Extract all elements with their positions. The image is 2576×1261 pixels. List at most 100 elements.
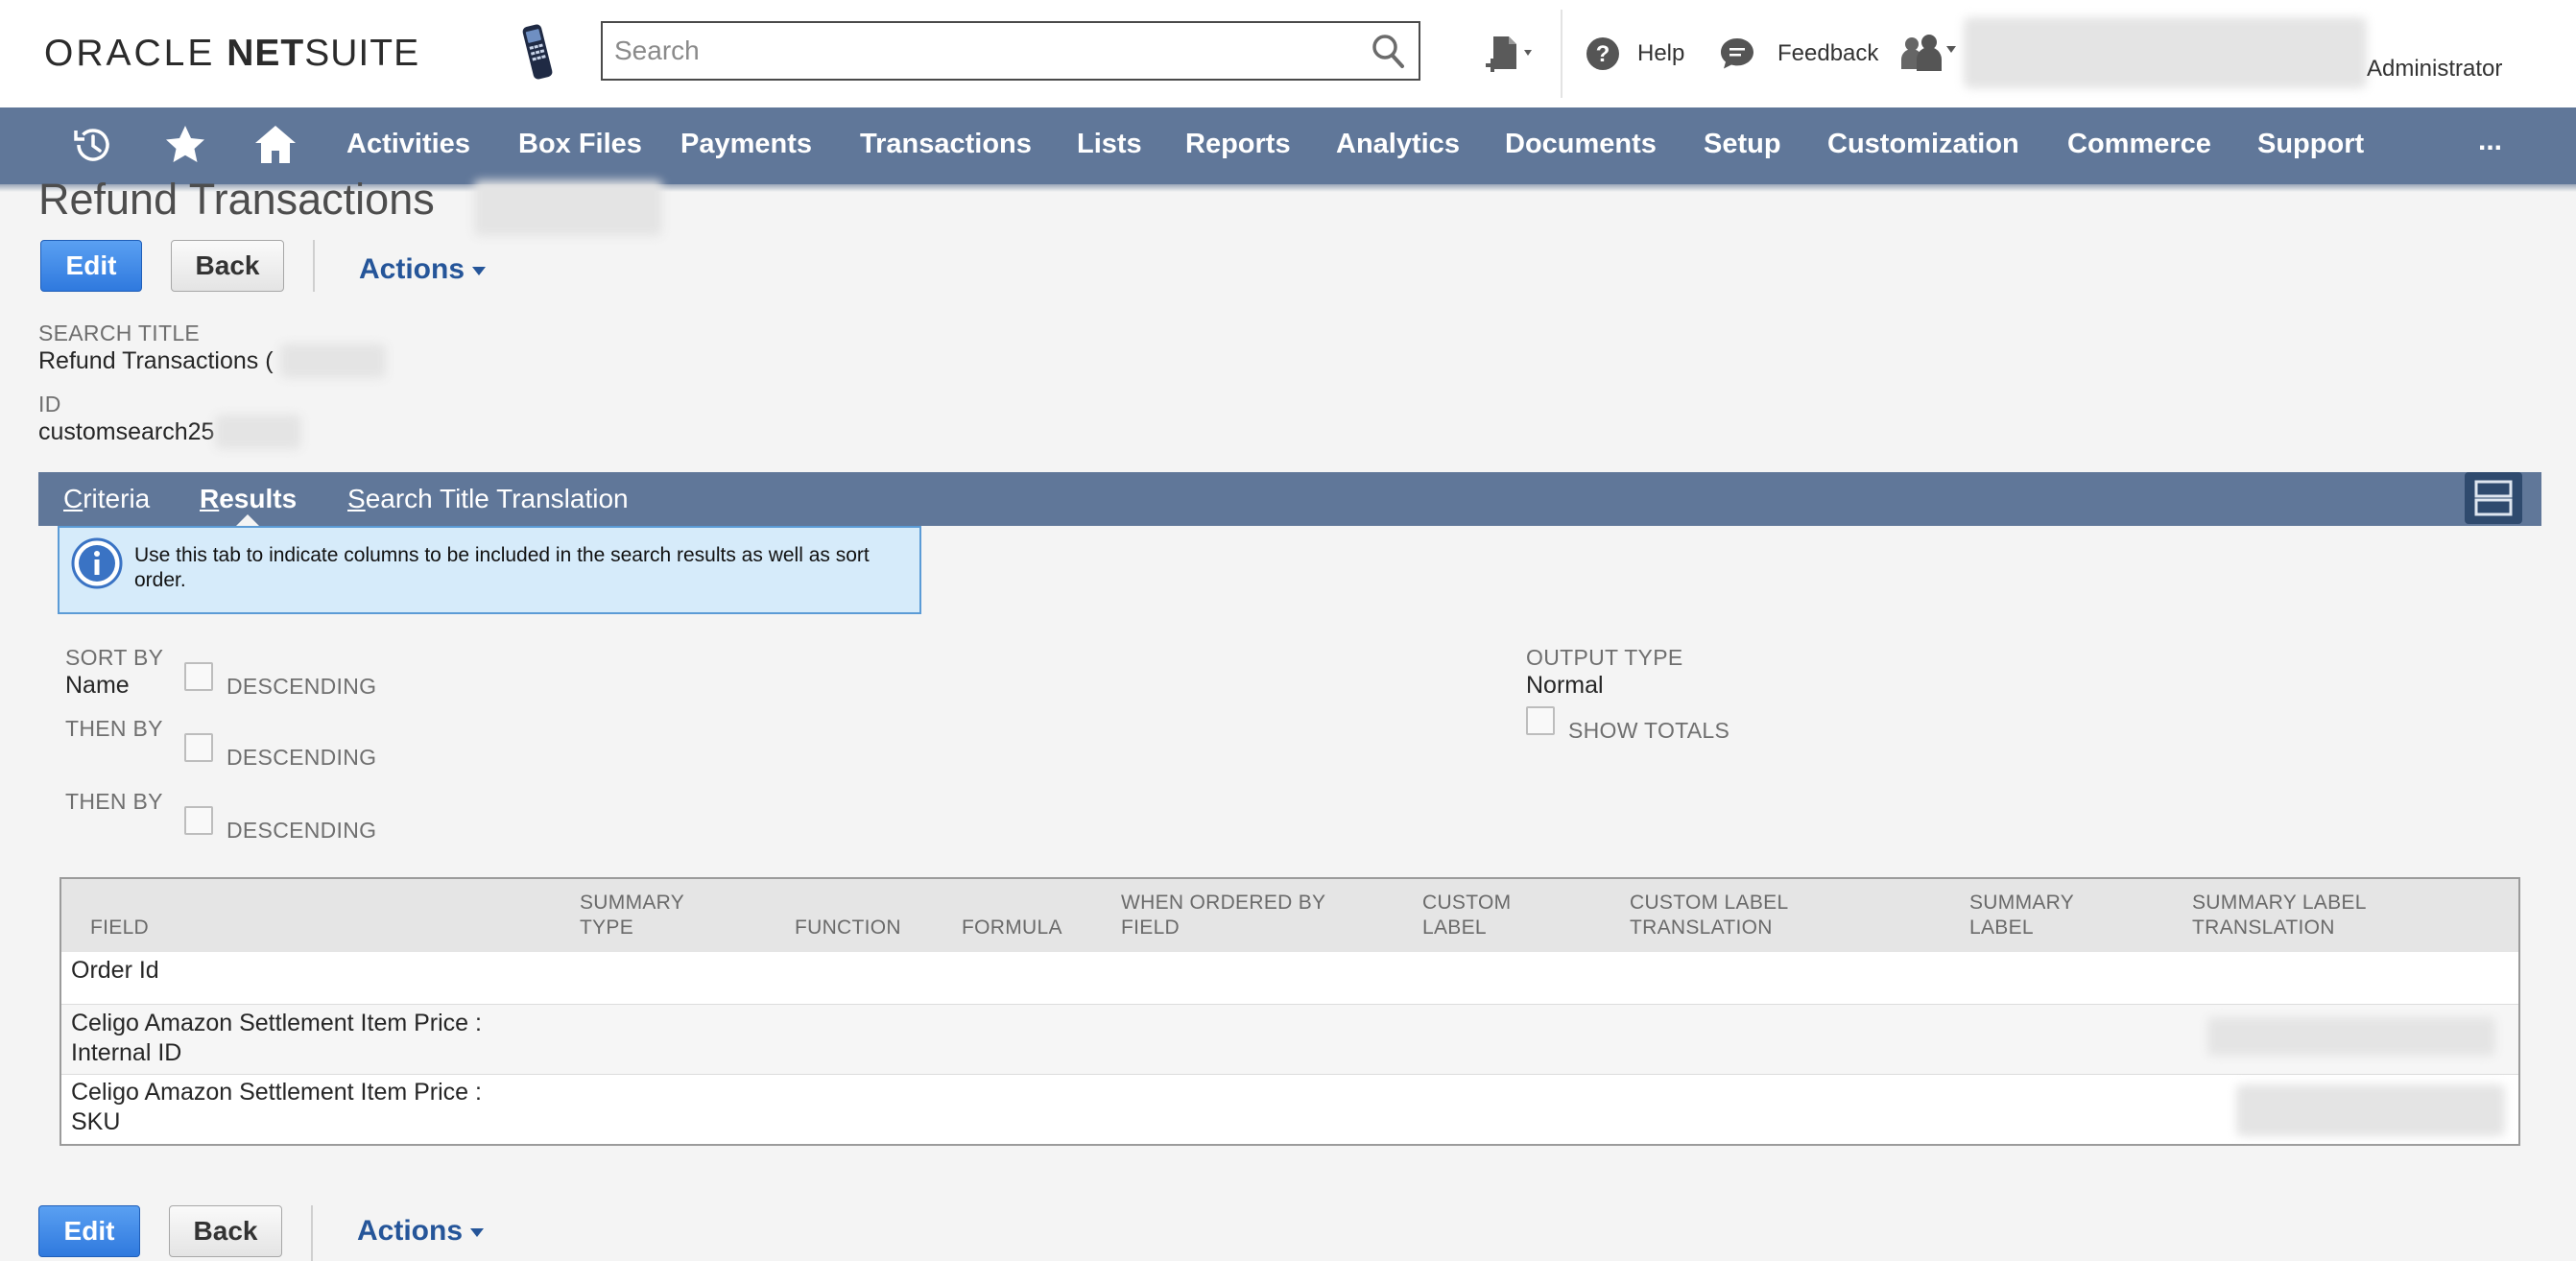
id-value: customsearch25 [38,418,215,445]
button-separator-bottom [311,1205,313,1261]
tab-results-label: esults [219,484,298,513]
sort-by-label: SORT BY [65,645,164,670]
back-button-top[interactable]: Back [171,240,284,292]
recent-records-icon[interactable] [71,123,115,167]
table-row[interactable] [61,952,2518,1005]
when-ordered-line2: FIELD [1121,916,1181,939]
id-label: ID [38,392,61,416]
netsuite-logo[interactable]: ORACLE NETSUITE [44,33,419,75]
when-ordered-line1: WHEN ORDERED BY [1121,892,1326,914]
nav-lists[interactable]: Lists [1077,129,1142,160]
role-label[interactable]: Administrator [2367,56,2502,83]
nav-customization[interactable]: Customization [1827,129,2019,160]
phone-icon[interactable] [516,21,559,83]
output-type-value[interactable]: Normal [1526,672,1604,700]
tab-search-title-translation[interactable]: Search Title Translation [347,484,629,514]
global-search-input[interactable] [603,23,1374,79]
nav-analytics[interactable]: Analytics [1336,129,1460,160]
custom-label-translation-line1: CUSTOM LABEL [1630,892,1789,914]
nav-commerce[interactable]: Commerce [2067,129,2211,160]
descending-label-2: DESCENDING [227,745,377,770]
nav-support[interactable]: Support [2257,129,2364,160]
id-redacted [215,415,301,449]
function-text: FUNCTION [795,916,901,939]
summary-label-line2: LABEL [1969,916,2034,939]
home-icon[interactable] [253,123,298,167]
descending-label-3: DESCENDING [227,818,377,843]
nav-activities[interactable]: Activities [346,129,470,160]
search-title-value: Refund Transactions ( [38,347,274,374]
svg-text:?: ? [1596,41,1610,67]
feedback-icon[interactable] [1720,36,1754,71]
actions-label: Actions [357,1215,464,1247]
layout-toggle-icon [2474,480,2513,516]
column-header-when-ordered-by-field: WHEN ORDERED BY FIELD [1121,891,1325,940]
search-title-redacted [280,344,386,378]
row-field-cell[interactable]: Order Id [71,956,159,986]
nav-documents[interactable]: Documents [1505,129,1657,160]
back-button-bottom[interactable]: Back [169,1205,282,1257]
row-field-text-line2: Internal ID [71,1039,182,1066]
roles-icon[interactable] [1900,33,1962,75]
descending-checkbox-1[interactable] [184,662,213,691]
actions-menu-bottom[interactable]: Actions [357,1215,485,1248]
nav-reports[interactable]: Reports [1185,129,1291,160]
custom-label-translation-line2: TRANSLATION [1630,916,1773,939]
account-name-redacted[interactable] [1964,17,2367,88]
tab-criteria-label: riteria [83,484,151,513]
tab-results-accesskey: R [200,484,220,513]
show-totals-checkbox[interactable] [1526,706,1555,735]
actions-menu-top[interactable]: Actions [359,253,487,286]
nav-payments[interactable]: Payments [680,129,812,160]
tab-criteria-accesskey: C [63,484,83,513]
nav-box-files[interactable]: Box Files [518,129,642,160]
recent-doc-icon[interactable] [1484,35,1539,77]
feedback-link[interactable]: Feedback [1777,40,1878,67]
output-type-label: OUTPUT TYPE [1526,645,1683,670]
help-link[interactable]: Help [1637,40,1684,67]
help-icon[interactable]: ? [1586,36,1620,71]
chevron-down-icon [470,1227,485,1237]
show-totals-label: SHOW TOTALS [1568,718,1730,743]
column-header-summary-type: SUMMARY TYPE [580,891,684,940]
row-field-cell[interactable]: Celigo Amazon Settlement Item Price : Int… [71,1009,482,1068]
logo-net-text: NET [227,33,305,74]
descending-checkbox-3[interactable] [184,806,213,835]
star-icon[interactable] [163,123,207,167]
summary-label-translation-line2: TRANSLATION [2192,916,2335,939]
tab-translation-accesskey: S [347,484,366,513]
column-header-function: FUNCTION [795,916,901,940]
nav-setup[interactable]: Setup [1704,129,1781,160]
row-redacted-value [2207,1017,2495,1056]
row-field-text-line1: Celigo Amazon Settlement Item Price : [71,1010,482,1036]
global-search-box[interactable] [601,21,1420,81]
custom-label-line2: LABEL [1422,916,1487,939]
nav-transactions[interactable]: Transactions [860,129,1032,160]
tab-results[interactable]: Results [200,484,297,514]
search-title-label: SEARCH TITLE [38,321,201,345]
then-by-label-2: THEN BY [65,789,163,814]
edit-button-top[interactable]: Edit [40,240,142,292]
row-field-cell[interactable]: Celigo Amazon Settlement Item Price : SKU [71,1078,482,1137]
edit-button-bottom[interactable]: Edit [38,1205,140,1257]
custom-label-line1: CUSTOM [1422,892,1512,914]
descending-label-1: DESCENDING [227,674,377,699]
active-tab-indicator [236,514,259,526]
logo-oracle-text: ORACLE [44,33,216,74]
sort-by-value[interactable]: Name [65,672,130,700]
tab-criteria[interactable]: Criteria [63,484,150,514]
then-by-label-1: THEN BY [65,716,163,741]
info-icon [71,537,123,589]
column-header-formula: FORMULA [962,916,1062,940]
column-header-field: FIELD [90,916,149,940]
row-field-text-line2: SKU [71,1108,121,1135]
column-header-custom-label: CUSTOM LABEL [1422,891,1511,940]
row-field-text: Order Id [71,957,159,984]
nav-more-menu[interactable]: ... [2478,125,2502,157]
column-header-custom-label-translation: CUSTOM LABEL TRANSLATION [1630,891,1788,940]
layout-toggle-button[interactable] [2465,472,2522,524]
summary-type-line1: SUMMARY [580,892,685,914]
search-icon[interactable] [1371,33,1405,69]
row-field-text-line1: Celigo Amazon Settlement Item Price : [71,1079,482,1106]
descending-checkbox-2[interactable] [184,733,213,762]
